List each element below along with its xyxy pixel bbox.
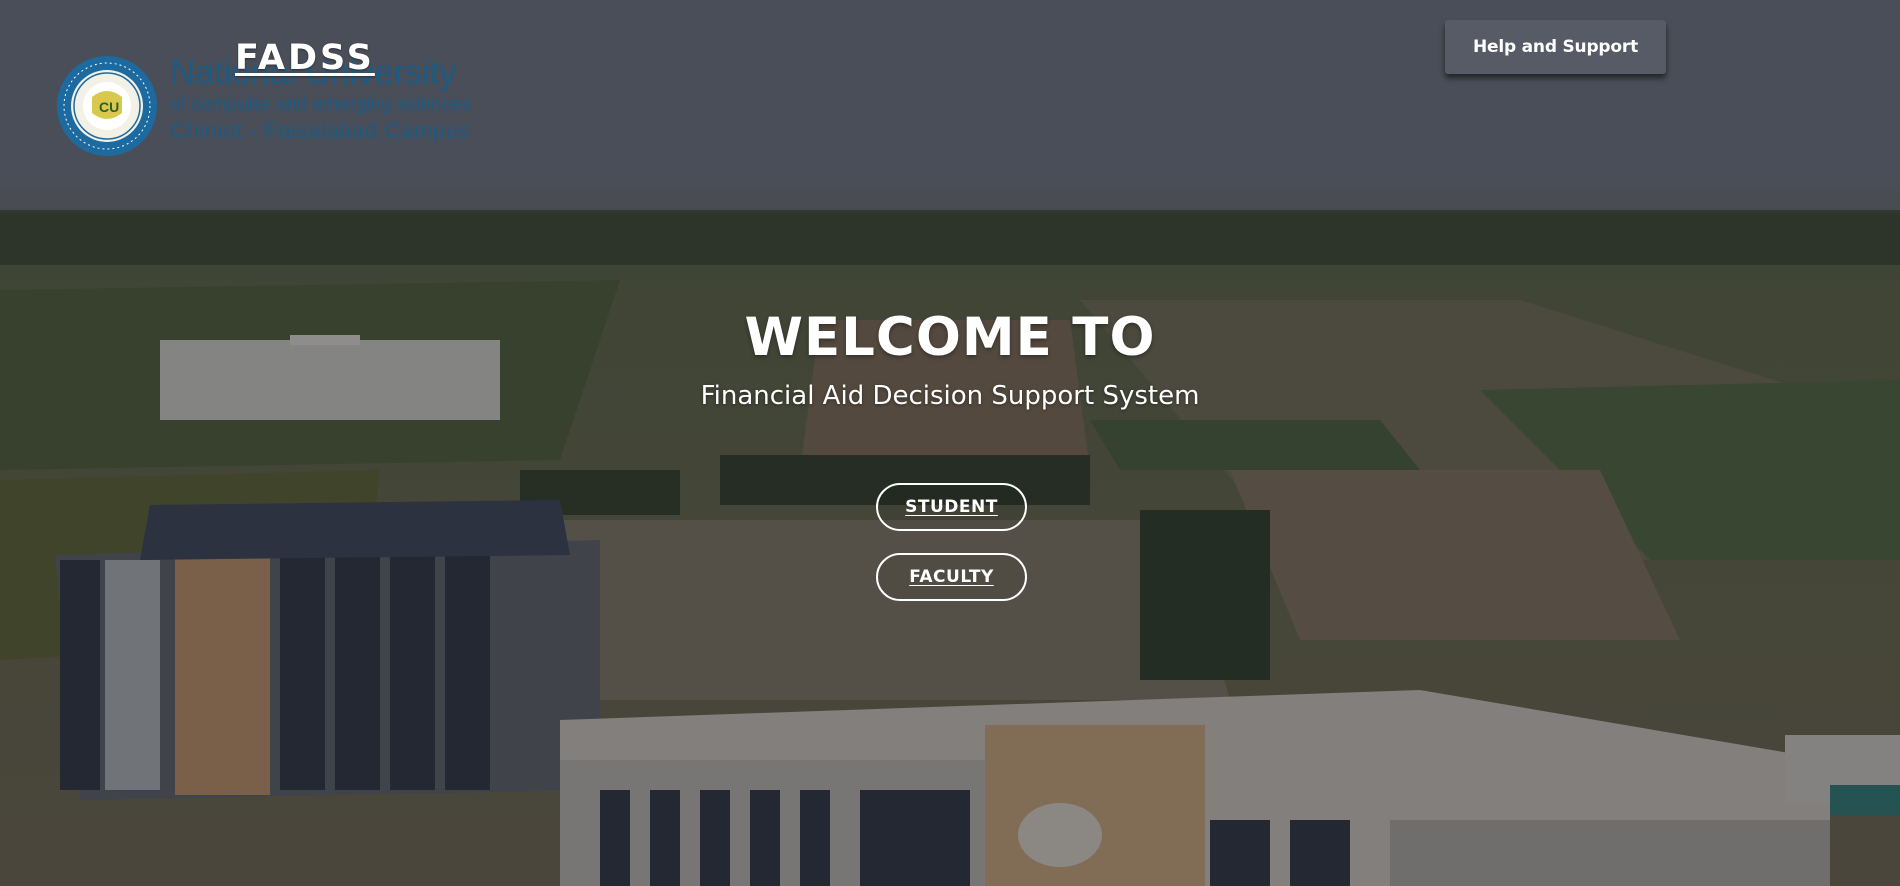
logo-line-3: Chiniot - Faisalabad Campus: [170, 118, 470, 143]
system-subtitle: Financial Aid Decision Support System: [700, 381, 1200, 411]
university-seal-icon: CU: [57, 56, 157, 156]
logo-line-2: of computer and emerging sciences: [170, 94, 471, 115]
faculty-button[interactable]: FACULTY: [876, 553, 1027, 601]
student-button[interactable]: STUDENT: [876, 483, 1027, 531]
svg-text:CU: CU: [99, 99, 119, 115]
welcome-heading: WELCOME TO: [744, 307, 1156, 368]
help-and-support-button[interactable]: Help and Support: [1445, 20, 1666, 74]
landing-page: CU National University of computer and e…: [0, 0, 1900, 886]
brand-link[interactable]: FADSS: [235, 38, 375, 78]
